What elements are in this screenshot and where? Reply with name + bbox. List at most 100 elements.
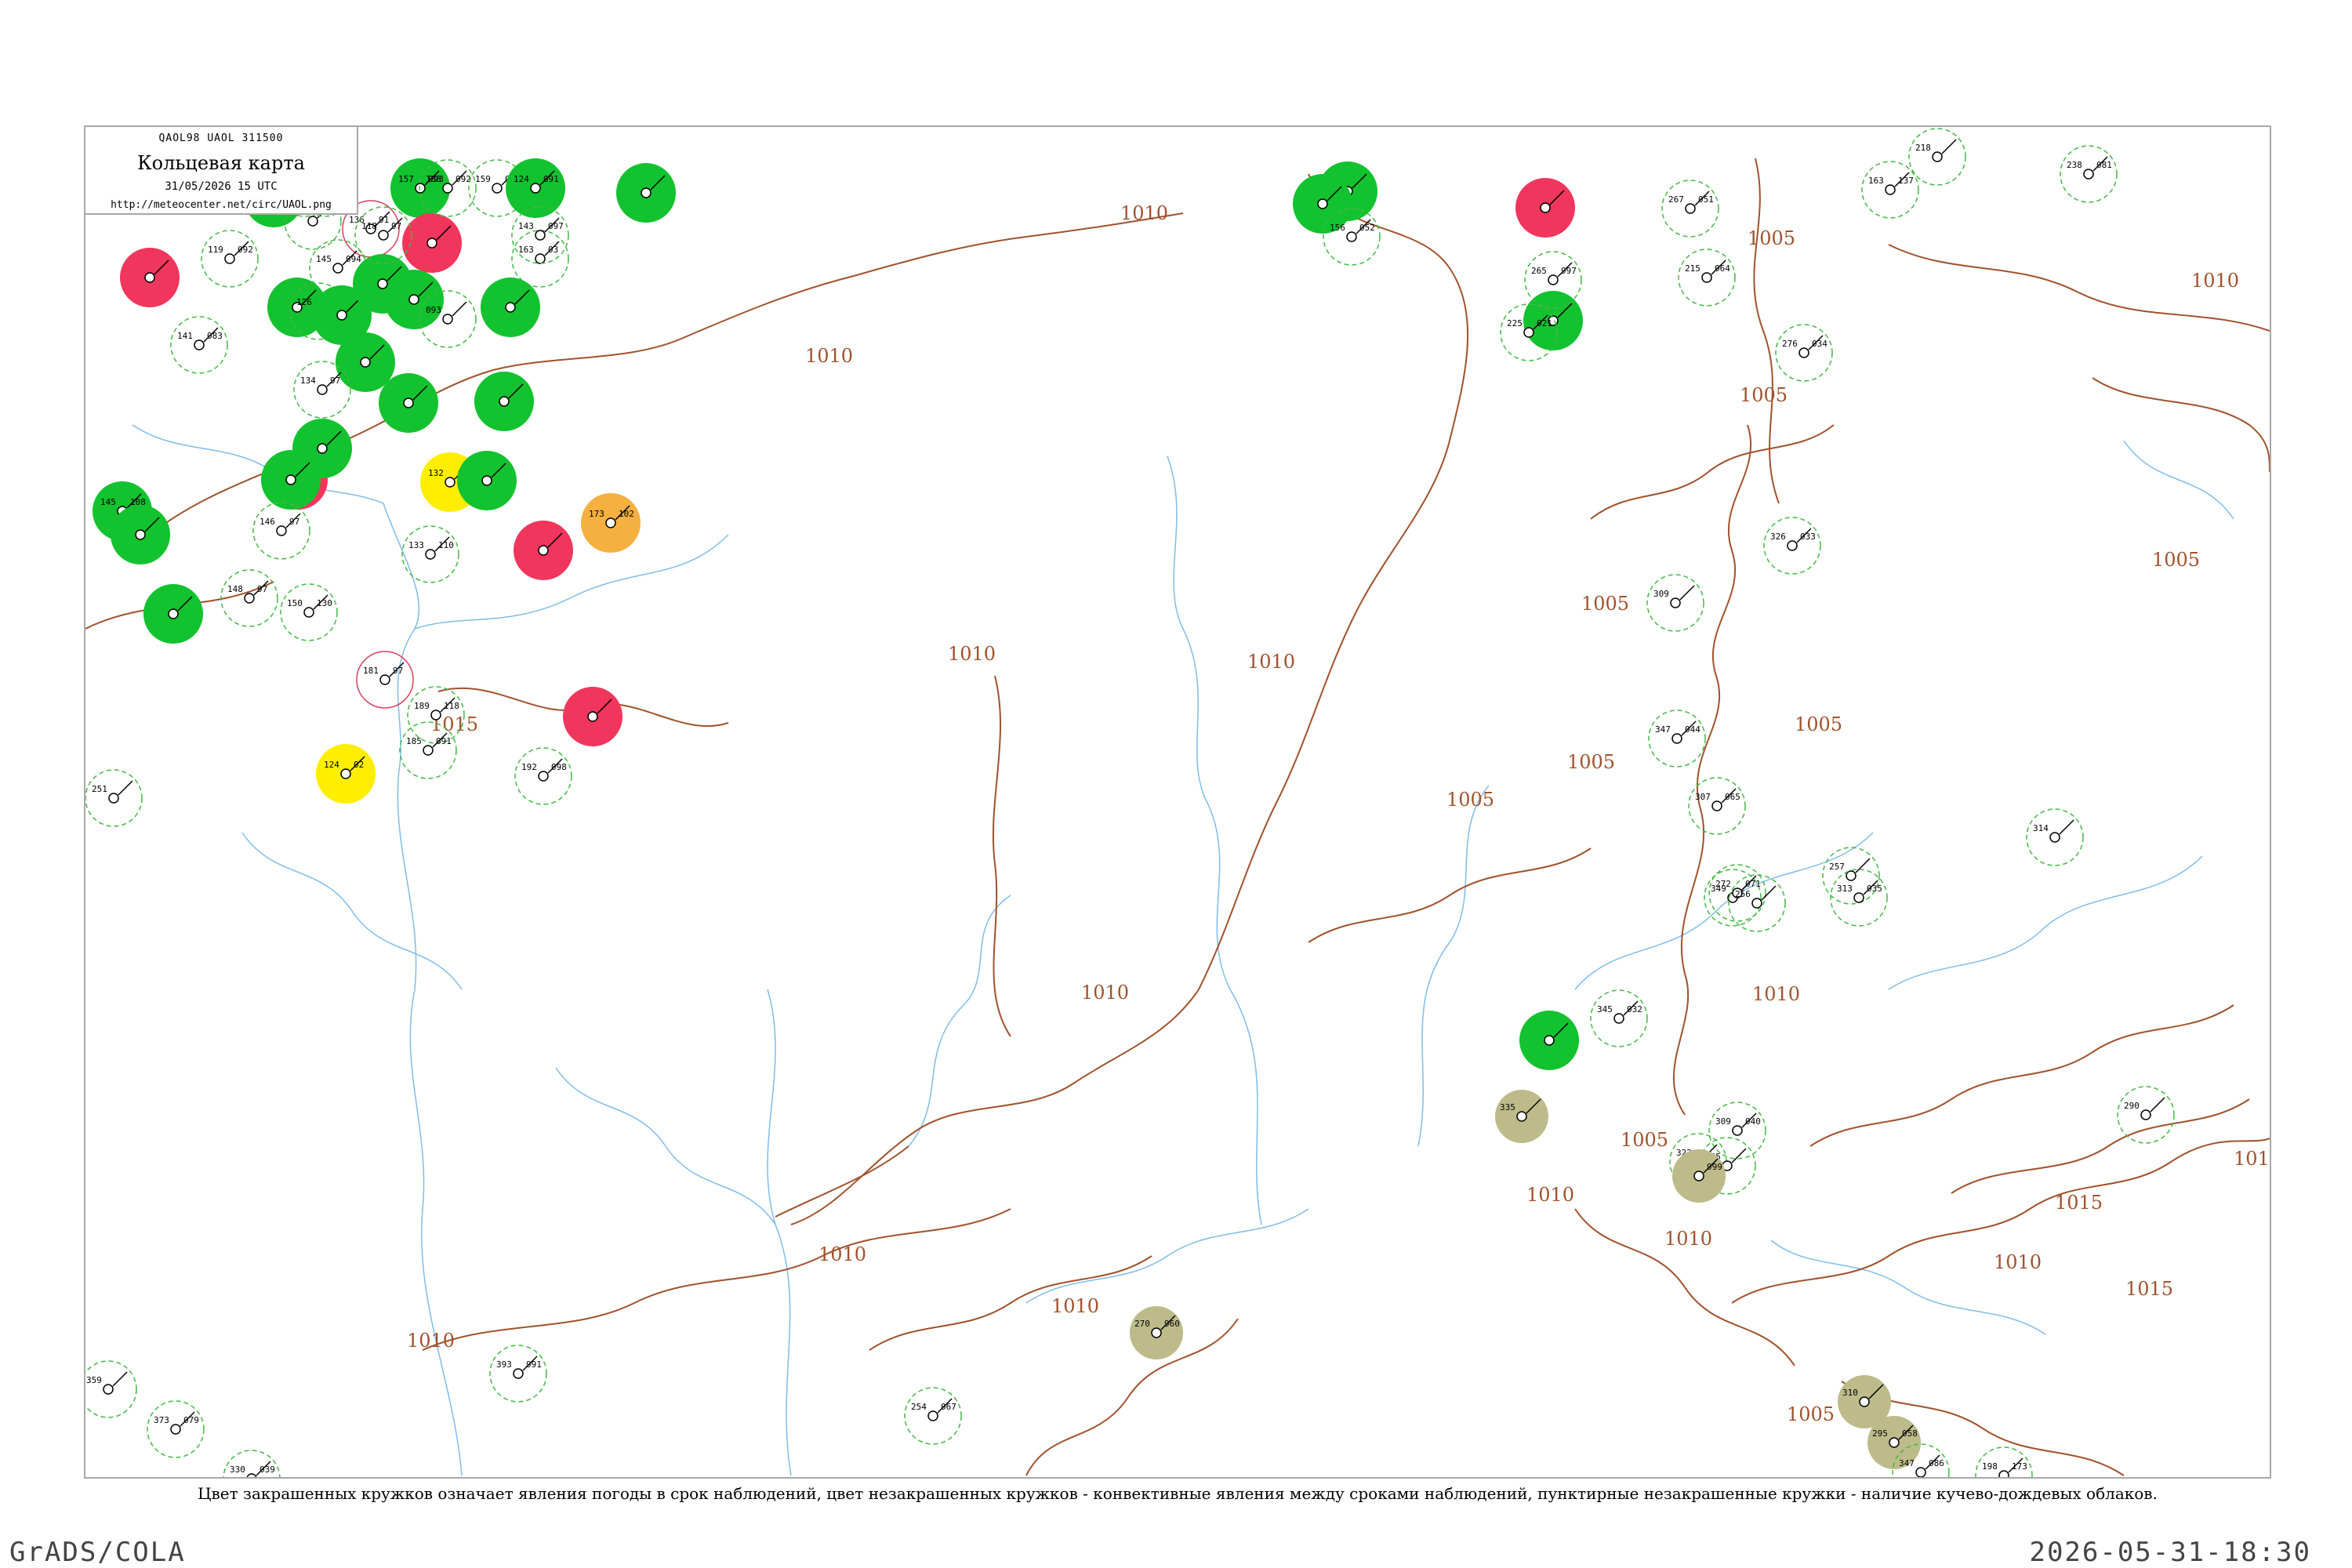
weather-station[interactable]: [481, 278, 540, 337]
station-temperature: 157: [398, 174, 414, 184]
weather-station[interactable]: [1515, 178, 1575, 238]
station-pressure: 064: [1715, 263, 1730, 274]
cloud-cover-icon: [535, 253, 546, 264]
weather-station[interactable]: [384, 270, 444, 329]
weather-station[interactable]: 146 97: [252, 502, 310, 560]
weather-station[interactable]: 238 081: [2060, 145, 2118, 203]
weather-station[interactable]: 393 991: [489, 1345, 547, 1403]
station-temperature: 238: [2067, 160, 2082, 170]
weather-station[interactable]: 150 130: [280, 583, 338, 641]
cloud-cover-icon: [1693, 1171, 1704, 1181]
weather-station[interactable]: 373 079: [147, 1400, 205, 1458]
weather-station[interactable]: 347 044: [1648, 710, 1706, 768]
weather-station[interactable]: [379, 373, 438, 433]
station-pressure: 960: [1164, 1319, 1180, 1329]
map-date: 31/05/2026 15 UTC: [165, 180, 278, 193]
weather-station[interactable]: 335: [1495, 1090, 1548, 1143]
station-temperature: 134: [300, 376, 316, 386]
isobar-label: 1005: [1621, 1129, 1668, 1151]
weather-station[interactable]: [120, 248, 180, 307]
weather-station[interactable]: [563, 687, 622, 746]
weather-station[interactable]: 163 137: [1861, 161, 1919, 219]
station-temperature: 347: [1655, 724, 1671, 735]
weather-station[interactable]: [402, 213, 462, 273]
cloud-cover-icon: [1889, 1437, 1900, 1448]
station-pressure: 032: [1627, 1004, 1642, 1014]
weather-station[interactable]: [514, 521, 573, 580]
cloud-cover-icon: [408, 294, 419, 305]
weather-station[interactable]: 345 032: [1590, 989, 1648, 1047]
weather-station[interactable]: 330 039: [223, 1450, 281, 1477]
weather-station[interactable]: 124 091: [506, 158, 565, 218]
weather-station[interactable]: 309 040: [1708, 1102, 1766, 1160]
weather-station[interactable]: [336, 332, 395, 392]
weather-station[interactable]: 119 092: [201, 230, 259, 288]
weather-station[interactable]: 314: [2026, 808, 2084, 866]
weather-station[interactable]: 133 110: [401, 525, 459, 583]
weather-station[interactable]: 326 033: [1763, 517, 1821, 575]
weather-station[interactable]: 251: [85, 769, 143, 827]
weather-station[interactable]: 307 065: [1688, 777, 1746, 835]
station-temperature: 198: [1982, 1461, 1998, 1472]
weather-station[interactable]: 192 098: [514, 747, 572, 805]
weather-station[interactable]: 276 034: [1775, 324, 1833, 382]
station-temperature: 215: [1685, 263, 1700, 274]
station-temperature: 272: [1715, 879, 1731, 889]
cloud-cover-icon: [1853, 892, 1864, 903]
station-pressure: 058: [1902, 1428, 1918, 1439]
cloud-cover-icon: [415, 183, 426, 194]
wind-barb-icon: [1941, 139, 1957, 154]
weather-station[interactable]: [111, 505, 170, 564]
weather-station[interactable]: 309: [1646, 574, 1704, 632]
weather-station[interactable]: 141 083: [170, 316, 228, 374]
weather-station[interactable]: 267 051: [1661, 180, 1719, 238]
station-pressure: 97: [330, 376, 340, 386]
weather-map[interactable]: 1010 1010 1010 1010 1010 1010 1010 1010 …: [85, 127, 2270, 1477]
weather-station[interactable]: 218: [1908, 128, 1966, 186]
weather-station[interactable]: 270 960: [1130, 1306, 1183, 1359]
cloud-cover-icon: [1540, 202, 1551, 213]
weather-station[interactable]: 198 173: [1975, 1446, 2033, 1477]
station-pressure: 052: [1359, 223, 1375, 233]
weather-station[interactable]: [261, 450, 321, 510]
wind-barb-icon: [452, 301, 467, 317]
station-temperature: 124: [324, 760, 339, 770]
station-temperature: 256: [1735, 889, 1751, 899]
weather-station[interactable]: [616, 163, 676, 223]
weather-station[interactable]: 124 02: [316, 744, 376, 804]
weather-station[interactable]: 215 064: [1678, 249, 1736, 307]
station-pressure: 102: [619, 509, 634, 519]
isobar-label: 1005: [1748, 227, 1795, 249]
weather-station[interactable]: [1523, 291, 1583, 350]
cloud-cover-icon: [425, 549, 436, 560]
weather-station[interactable]: [143, 584, 203, 644]
wind-barb-icon: [2150, 1097, 2165, 1112]
weather-station[interactable]: 148 97: [220, 569, 278, 627]
weather-station[interactable]: 290: [2117, 1086, 2175, 1144]
cloud-cover-icon: [605, 517, 616, 528]
station-pressure: 97: [393, 666, 403, 676]
isobar-labels: 1010 1010 1010 1010 1010 1010 1010 1010 …: [407, 202, 2270, 1425]
weather-station[interactable]: 181 97: [356, 651, 414, 709]
station-temperature: 345: [1597, 1004, 1613, 1014]
station-temperature: 133: [408, 540, 424, 550]
cloud-cover-icon: [530, 183, 541, 194]
weather-station[interactable]: 254 067: [904, 1387, 962, 1445]
station-pressure: 098: [551, 762, 567, 772]
cloud-cover-icon: [1885, 184, 1896, 195]
weather-station[interactable]: [457, 451, 517, 510]
weather-station[interactable]: [474, 372, 534, 431]
station-temperature: 225: [1507, 318, 1523, 328]
cloud-cover-icon: [285, 474, 296, 485]
station-temperature: 163: [1868, 176, 1884, 186]
cloud-cover-icon: [336, 310, 347, 321]
isobar-label: 1010: [948, 643, 996, 665]
weather-station[interactable]: 157 093: [390, 158, 450, 218]
isobar-label: 1010: [1526, 1184, 1574, 1206]
weather-station[interactable]: [1519, 1011, 1579, 1070]
weather-station[interactable]: 359: [85, 1360, 137, 1418]
weather-station[interactable]: 173 102: [581, 493, 641, 553]
station-temperature: 335: [1500, 1102, 1515, 1112]
weather-station[interactable]: 999: [1672, 1149, 1726, 1203]
station-temperature: 257: [1829, 862, 1845, 872]
